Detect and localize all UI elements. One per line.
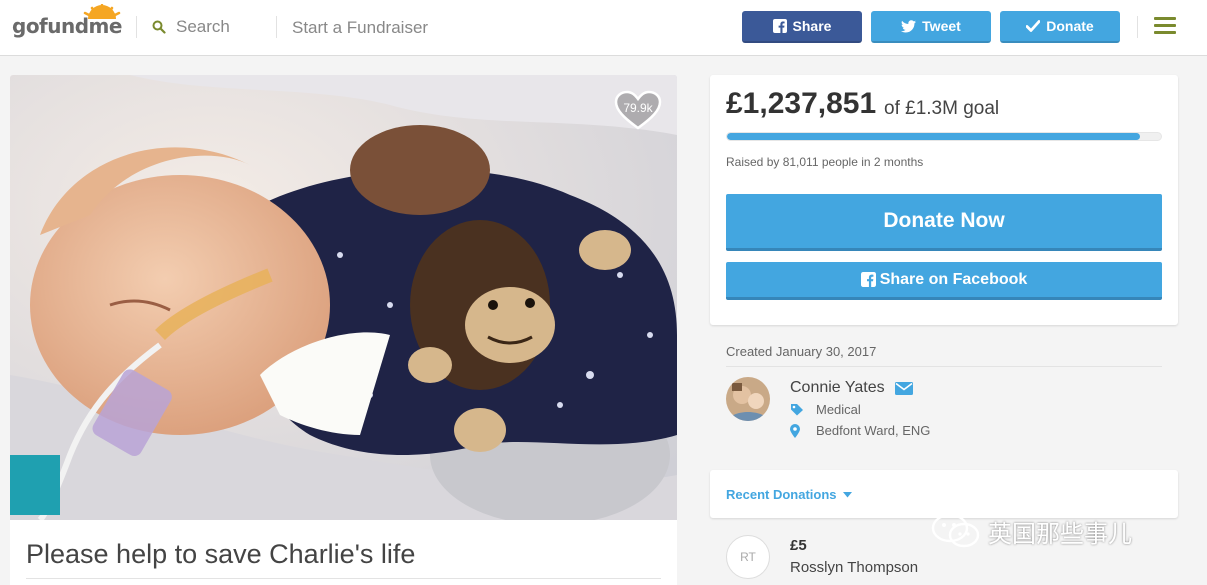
sun-icon: [83, 4, 121, 19]
like-count: 79.9k: [623, 101, 653, 115]
donor-name: Rosslyn Thompson: [790, 559, 919, 576]
search-icon: [152, 20, 166, 34]
campaign-title-card: Please help to save Charlie's life: [10, 520, 677, 585]
divider: [726, 366, 1162, 367]
map-pin-icon: [790, 423, 800, 438]
wechat-watermark: 英国那些事儿: [930, 513, 1132, 549]
divider: [26, 578, 661, 579]
share-label: Share: [792, 18, 832, 34]
facebook-icon: [772, 19, 787, 33]
check-icon: [1026, 20, 1041, 32]
tweet-label: Tweet: [922, 18, 961, 34]
campaign-photo-illustration: [10, 75, 677, 520]
nav-divider: [1137, 16, 1138, 38]
share-button[interactable]: Share: [742, 11, 862, 43]
organizer-name[interactable]: Connie Yates: [790, 379, 885, 397]
donation-amount: £5: [790, 537, 807, 554]
wechat-icon: [931, 513, 980, 548]
progress-fill: [727, 133, 1141, 140]
location-text: Bedfont Ward, ENG: [816, 423, 931, 438]
search-link[interactable]: Search: [152, 17, 230, 37]
campaign-title: Please help to save Charlie's life: [26, 539, 416, 569]
recent-donations-text: Recent Donations: [726, 487, 837, 502]
organizer-category-row: Medical: [790, 402, 861, 417]
top-nav: gofundme Search Start a Fundraiser Share…: [0, 0, 1207, 56]
share-on-facebook-label: Share on Facebook: [879, 270, 1028, 288]
category-link[interactable]: Medical: [816, 402, 861, 417]
donor-avatar: RT: [726, 535, 770, 579]
donation-card: £1,237,851 of £1.3M goal Raised by 81,01…: [710, 75, 1178, 325]
recent-donations-label: Recent Donations: [726, 487, 852, 502]
donate-now-button[interactable]: Donate Now: [726, 194, 1162, 251]
goal-text: of £1.3M goal: [884, 98, 1000, 119]
donate-label: Donate: [1046, 18, 1094, 34]
nav-divider: [136, 16, 137, 38]
caret-down-icon: [842, 491, 852, 497]
organizer-location-row: Bedfont Ward, ENG: [790, 423, 930, 438]
campaign-photo: [10, 75, 677, 520]
tag-icon: [791, 404, 803, 416]
share-on-facebook-button[interactable]: Share on Facebook: [726, 262, 1162, 300]
recent-donations-tab[interactable]: Recent Donations: [710, 470, 1178, 518]
watermark-text: 英国那些事儿: [988, 519, 1132, 548]
organizer-avatar[interactable]: [726, 377, 770, 421]
search-label: Search: [176, 17, 230, 36]
amount-raised: £1,237,851: [726, 87, 877, 120]
hamburger-menu-icon[interactable]: [1154, 17, 1176, 38]
donate-button[interactable]: Donate: [1000, 11, 1120, 43]
tweet-button[interactable]: Tweet: [871, 11, 991, 43]
facebook-icon: [860, 272, 876, 287]
raised-by-text: Raised by 81,011 people in 2 months: [726, 155, 924, 169]
gofundme-logo[interactable]: gofundme: [12, 4, 122, 38]
twitter-icon: [901, 19, 917, 32]
nav-divider: [276, 16, 277, 38]
organizer-name-row: Connie Yates: [790, 379, 913, 397]
created-date: Created January 30, 2017: [726, 344, 877, 359]
envelope-icon[interactable]: [894, 381, 913, 395]
progress-bar: [726, 132, 1162, 141]
start-fundraiser-link[interactable]: Start a Fundraiser: [292, 18, 428, 38]
